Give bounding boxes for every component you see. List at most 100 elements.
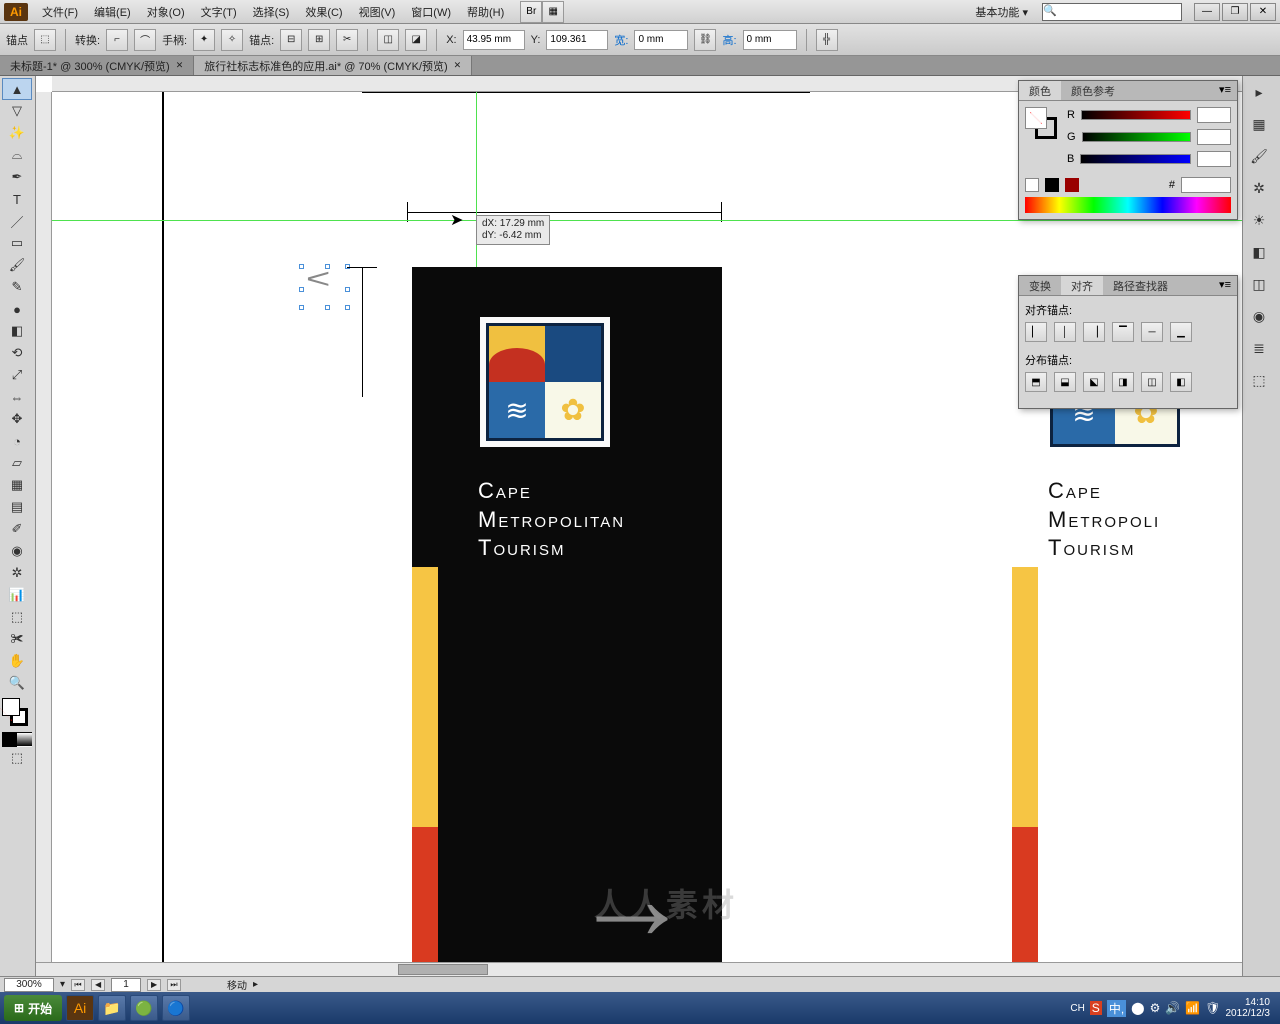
align-hcenter-icon[interactable]: │ [1054, 322, 1076, 342]
artboard-tool-icon[interactable]: ⬚ [2, 606, 32, 628]
blend-tool-icon[interactable]: ◉ [2, 540, 32, 562]
lang-indicator[interactable]: CH [1070, 1003, 1084, 1014]
link-wh-icon[interactable]: ⛓ [694, 29, 716, 51]
tab-pathfinder[interactable]: 路径查找器 [1103, 276, 1178, 295]
clock[interactable]: 14:102012/12/3 [1226, 997, 1271, 1019]
minimize-button[interactable]: — [1194, 3, 1220, 21]
fill-swatch-panel[interactable] [1025, 107, 1047, 129]
workspace-switcher[interactable]: 基本功能 ▾ [965, 2, 1038, 22]
pencil-tool-icon[interactable]: ✎ [2, 276, 32, 298]
tab-align[interactable]: 对齐 [1061, 276, 1103, 295]
blob-brush-tool-icon[interactable]: ● [2, 298, 32, 320]
menu-window[interactable]: 窗口(W) [403, 2, 459, 22]
menu-select[interactable]: 选择(S) [245, 2, 298, 22]
rectangle-tool-icon[interactable]: ▭ [2, 232, 32, 254]
ime-status-icon[interactable]: 中, [1107, 1000, 1126, 1017]
rotate-tool-icon[interactable]: ⟲ [2, 342, 32, 364]
isolate2-icon[interactable]: ◪ [405, 29, 427, 51]
remove-anchor-icon[interactable]: ⊟ [280, 29, 302, 51]
align-left-icon[interactable]: ▏ [1025, 322, 1047, 342]
arrange-icon[interactable]: ▦ [542, 1, 564, 23]
isolate-icon[interactable]: ◫ [377, 29, 399, 51]
hex-input[interactable] [1181, 177, 1231, 193]
g-value[interactable] [1197, 129, 1231, 145]
r-slider[interactable] [1081, 110, 1191, 120]
start-button[interactable]: ⊞ 开始 [4, 995, 62, 1021]
search-input[interactable]: 🔍 [1042, 3, 1182, 21]
selection-tool-icon[interactable]: ▲ [2, 78, 32, 100]
hand-tool-icon[interactable]: ✋ [2, 650, 32, 672]
h-input[interactable] [743, 30, 797, 50]
align-top-icon[interactable]: ▔ [1112, 322, 1134, 342]
magic-wand-tool-icon[interactable]: ✨ [2, 122, 32, 144]
prev-page-icon[interactable]: ◀ [91, 979, 105, 991]
dist-top-icon[interactable]: ⬒ [1025, 372, 1047, 392]
b-value[interactable] [1197, 151, 1231, 167]
shape-builder-tool-icon[interactable]: ◔ [2, 430, 32, 452]
dock-layers-icon[interactable]: ≣ [1245, 336, 1273, 360]
y-input[interactable] [546, 30, 608, 50]
dock-transparency-icon[interactable]: ◫ [1245, 272, 1273, 296]
b-slider[interactable] [1080, 154, 1191, 164]
free-transform-tool-icon[interactable]: ✥ [2, 408, 32, 430]
dock-appearance-icon[interactable]: ◉ [1245, 304, 1273, 328]
cut-path-icon[interactable]: ✂ [336, 29, 358, 51]
ime-icon[interactable]: S [1090, 1001, 1102, 1015]
align-right-icon[interactable]: ▕ [1083, 322, 1105, 342]
dock-gradient-icon[interactable]: ◧ [1245, 240, 1273, 264]
tray-icon[interactable]: ⬤ [1131, 1001, 1144, 1015]
mesh-tool-icon[interactable]: ▦ [2, 474, 32, 496]
pen-tool-icon[interactable]: ✒ [2, 166, 32, 188]
panel-menu-icon[interactable]: ▾≡ [1213, 276, 1237, 295]
align-vcenter-icon[interactable]: ─ [1141, 322, 1163, 342]
handle-hide-icon[interactable]: ✧ [221, 29, 243, 51]
last-page-icon[interactable]: ⏭ [167, 979, 181, 991]
taskbar-app2-icon[interactable]: 🔵 [162, 995, 190, 1021]
taskbar-explorer-icon[interactable]: 📁 [98, 995, 126, 1021]
dock-brushes-icon[interactable]: 🖌 [1245, 144, 1273, 168]
zoom-tool-icon[interactable]: 🔍 [2, 672, 32, 694]
w-input[interactable] [634, 30, 688, 50]
symbol-sprayer-tool-icon[interactable]: ✲ [2, 562, 32, 584]
color-mode-icon[interactable] [2, 732, 17, 747]
doc-tab-2[interactable]: 旅行社标志标准色的应用.ai* @ 70% (CMYK/预览) ✕ [194, 56, 472, 75]
panel-menu-icon[interactable]: ▾≡ [1213, 81, 1237, 100]
tray-icon[interactable]: ⚙ [1150, 1001, 1161, 1015]
lasso-tool-icon[interactable]: ⌓ [2, 144, 32, 166]
convert-corner-icon[interactable]: ⌐ [106, 29, 128, 51]
selected-object[interactable] [302, 267, 347, 307]
align-bottom-icon[interactable]: ▁ [1170, 322, 1192, 342]
align-artboard-icon[interactable]: ╬ [816, 29, 838, 51]
bridge-icon[interactable]: Br [520, 1, 542, 23]
close-icon[interactable]: ✕ [454, 60, 462, 71]
vertical-ruler[interactable] [36, 92, 52, 976]
dist-bottom-icon[interactable]: ⬕ [1083, 372, 1105, 392]
dock-artboards-icon[interactable]: ⬚ [1245, 368, 1273, 392]
taskbar-illustrator-icon[interactable]: Ai [66, 995, 94, 1021]
guide-horizontal[interactable] [52, 220, 1280, 221]
g-slider[interactable] [1082, 132, 1191, 142]
taskbar-app1-icon[interactable]: 🟢 [130, 995, 158, 1021]
connect-anchor-icon[interactable]: ⊞ [308, 29, 330, 51]
dock-symbols-icon[interactable]: ✲ [1245, 176, 1273, 200]
dist-left-icon[interactable]: ◨ [1112, 372, 1134, 392]
eraser-tool-icon[interactable]: ◧ [2, 320, 32, 342]
none-swatch-icon[interactable] [1025, 178, 1039, 192]
direct-select-tool-icon[interactable]: ▽ [2, 100, 32, 122]
dist-hcenter-icon[interactable]: ◫ [1141, 372, 1163, 392]
graph-tool-icon[interactable]: 📊 [2, 584, 32, 606]
perspective-tool-icon[interactable]: ▱ [2, 452, 32, 474]
black-swatch-icon[interactable] [1045, 178, 1059, 192]
maximize-button[interactable]: ❐ [1222, 3, 1248, 21]
close-icon[interactable]: ✕ [176, 60, 184, 71]
dist-vcenter-icon[interactable]: ⬓ [1054, 372, 1076, 392]
menu-type[interactable]: 文字(T) [193, 2, 245, 22]
scrollbar-thumb[interactable] [398, 964, 488, 975]
status-dropdown-icon[interactable]: ▸ [253, 979, 258, 990]
anchor-icon[interactable]: ⬚ [34, 29, 56, 51]
width-tool-icon[interactable]: ⇔ [2, 386, 32, 408]
tab-transform[interactable]: 变换 [1019, 276, 1061, 295]
scale-tool-icon[interactable]: ⤢ [2, 364, 32, 386]
page-input[interactable]: 1 [111, 978, 141, 992]
screen-mode-icon[interactable]: ⬚ [2, 747, 32, 769]
